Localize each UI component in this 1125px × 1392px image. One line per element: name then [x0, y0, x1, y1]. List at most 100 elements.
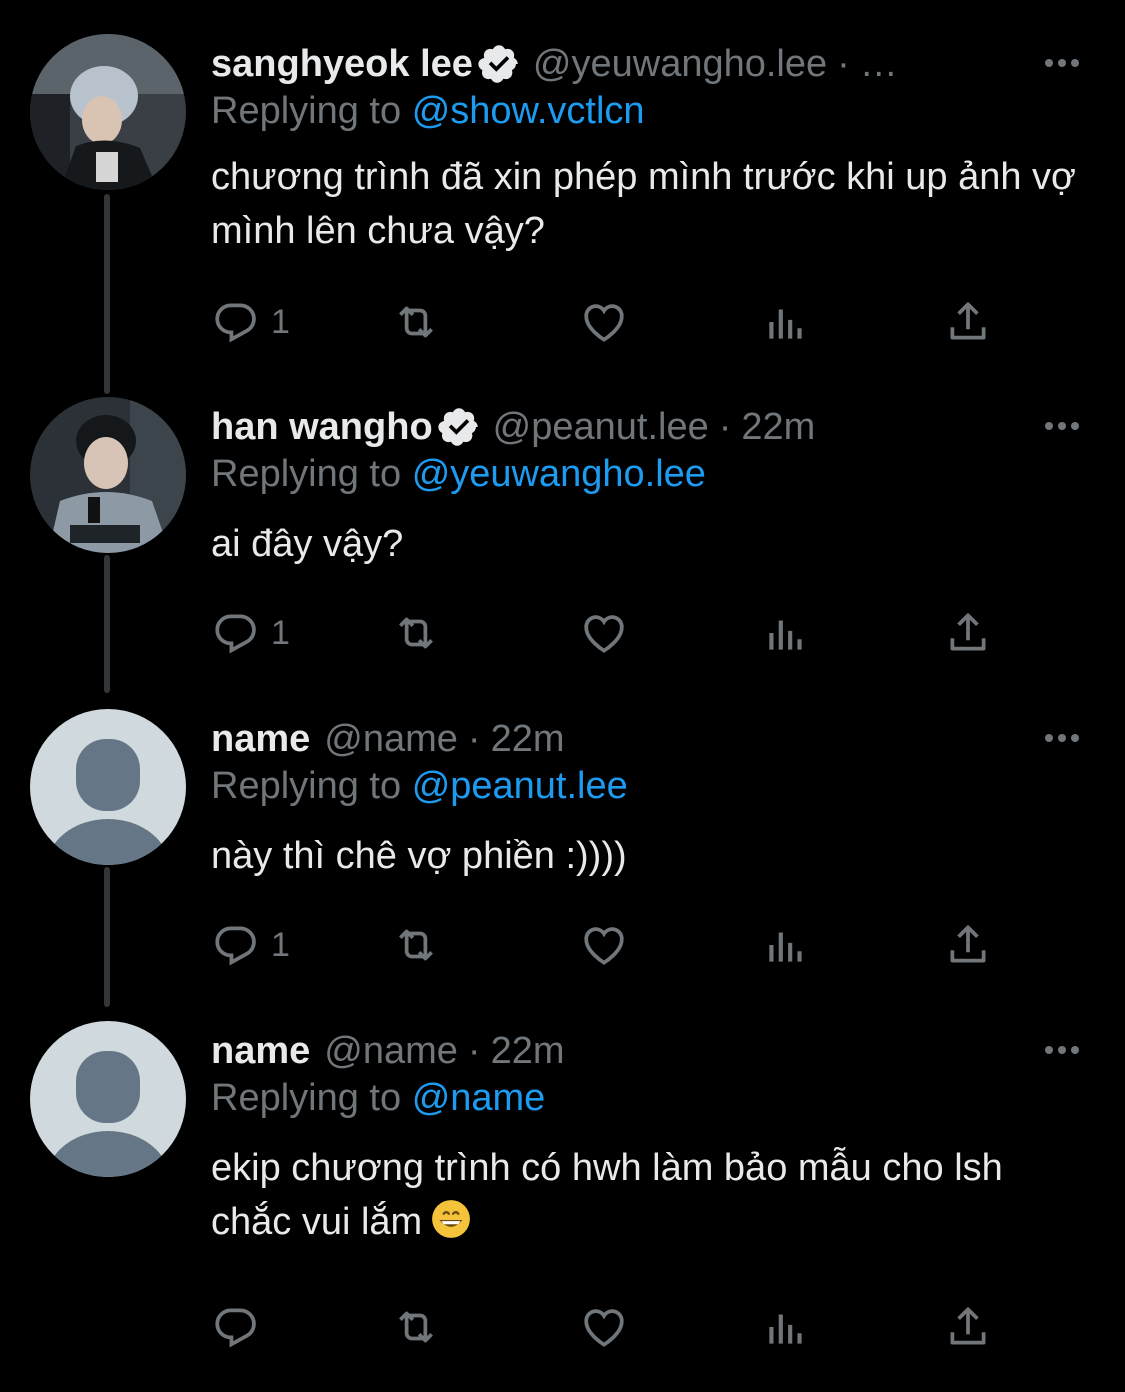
- retweet-icon: [399, 617, 433, 649]
- more-icon[interactable]: [1043, 48, 1081, 78]
- views-icon: [769, 1314, 802, 1344]
- more-icon[interactable]: [1043, 723, 1081, 753]
- handle[interactable]: @name: [324, 718, 458, 761]
- reply-icon: [215, 303, 256, 343]
- replying-to-label: Replying to: [211, 1077, 402, 1119]
- views-button[interactable]: [761, 1299, 811, 1355]
- tweet-header: sanghyeok lee @yeuwangho.lee · …: [211, 38, 898, 90]
- tweet[interactable]: name @name · 22m Replying to @peanut.lee…: [0, 687, 1125, 1007]
- display-name[interactable]: sanghyeok lee: [211, 43, 473, 86]
- verified-badge-icon: [478, 45, 518, 83]
- separator-dot: ·: [718, 405, 732, 448]
- views-button[interactable]: [761, 605, 811, 661]
- replying-to-line: Replying to @show.vctlcn: [211, 90, 645, 133]
- like-icon: [584, 927, 624, 965]
- share-button[interactable]: [943, 605, 993, 661]
- handle[interactable]: @peanut.lee: [493, 406, 709, 449]
- views-icon: [769, 932, 802, 962]
- reply-count: 1: [271, 925, 290, 964]
- reply-button[interactable]: 1: [211, 917, 290, 973]
- avatar[interactable]: [30, 34, 186, 190]
- tweet-text-content: ekip chương trình có hwh làm bảo mẫu cho…: [211, 1147, 1003, 1243]
- display-name[interactable]: name: [211, 718, 310, 761]
- timestamp[interactable]: 22m: [741, 406, 815, 449]
- reply-button[interactable]: 1: [211, 294, 290, 350]
- share-button[interactable]: [943, 1299, 993, 1355]
- replying-to-mention[interactable]: @peanut.lee: [412, 765, 628, 807]
- action-bar: 1: [211, 294, 1011, 350]
- replying-to-mention[interactable]: @show.vctlcn: [412, 90, 645, 132]
- tweet-header: han wangho @peanut.lee · 22m: [211, 401, 815, 453]
- avatar[interactable]: [30, 397, 186, 553]
- share-button[interactable]: [943, 294, 993, 350]
- views-button[interactable]: [761, 917, 811, 973]
- tweet-text: ekip chương trình có hwh làm bảo mẫu cho…: [211, 1141, 1091, 1249]
- reply-button[interactable]: 1: [211, 605, 290, 661]
- handle[interactable]: @yeuwangho.lee: [533, 43, 827, 86]
- retweet-button[interactable]: [391, 294, 441, 350]
- reply-count: 1: [271, 613, 290, 652]
- tweet-text: này thì chê vợ phiền :)))): [211, 835, 627, 877]
- action-bar: 1: [211, 917, 1011, 973]
- more-icon[interactable]: [1043, 1035, 1081, 1065]
- like-icon: [584, 1309, 624, 1347]
- separator-dot: ·: [467, 717, 481, 760]
- display-name[interactable]: han wangho: [211, 406, 433, 449]
- tweet-header: name @name · 22m: [211, 713, 565, 765]
- like-button[interactable]: [579, 1299, 629, 1355]
- replying-to-mention[interactable]: @yeuwangho.lee: [412, 453, 706, 495]
- replying-to-label: Replying to: [211, 90, 402, 132]
- retweet-icon: [399, 929, 433, 961]
- views-button[interactable]: [761, 294, 811, 350]
- tweet-text: chương trình đã xin phép mình trước khi …: [211, 156, 1076, 252]
- thread-connector: [104, 555, 110, 693]
- retweet-icon: [399, 1311, 433, 1343]
- timestamp[interactable]: …: [860, 43, 898, 86]
- reply-thread: sanghyeok lee @yeuwangho.lee · … Replyin…: [0, 0, 1125, 1392]
- replying-to-line: Replying to @peanut.lee: [211, 765, 628, 808]
- tweet[interactable]: sanghyeok lee @yeuwangho.lee · … Replyin…: [0, 0, 1125, 394]
- grinning-emoji: [432, 1200, 471, 1238]
- replying-to-line: Replying to @name: [211, 1077, 545, 1120]
- like-icon: [584, 304, 624, 342]
- default-avatar[interactable]: [30, 1021, 186, 1177]
- thread-connector: [104, 194, 110, 394]
- replying-to-label: Replying to: [211, 765, 402, 807]
- share-icon: [950, 925, 986, 963]
- handle[interactable]: @name: [324, 1030, 458, 1073]
- views-icon: [769, 620, 802, 650]
- retweet-icon: [399, 306, 433, 338]
- share-icon: [950, 613, 986, 651]
- reply-button[interactable]: [211, 1299, 271, 1355]
- display-name[interactable]: name: [211, 1030, 310, 1073]
- timestamp[interactable]: 22m: [491, 1030, 565, 1073]
- more-icon[interactable]: [1043, 411, 1081, 441]
- separator-dot: ·: [837, 42, 850, 85]
- reply-icon: [215, 614, 256, 654]
- timestamp[interactable]: 22m: [491, 718, 565, 761]
- reply-count: 1: [271, 302, 290, 341]
- retweet-button[interactable]: [391, 605, 441, 661]
- thread-connector: [104, 867, 110, 1007]
- share-button[interactable]: [943, 917, 993, 973]
- views-icon: [769, 309, 802, 339]
- reply-icon: [215, 926, 256, 966]
- action-bar: 1: [211, 605, 1011, 661]
- retweet-button[interactable]: [391, 1299, 441, 1355]
- share-icon: [950, 302, 986, 340]
- replying-to-line: Replying to @yeuwangho.lee: [211, 453, 706, 496]
- replying-to-label: Replying to: [211, 453, 402, 495]
- replying-to-mention[interactable]: @name: [412, 1077, 546, 1119]
- default-avatar[interactable]: [30, 709, 186, 865]
- like-button[interactable]: [579, 917, 629, 973]
- retweet-button[interactable]: [391, 917, 441, 973]
- like-button[interactable]: [579, 294, 629, 350]
- tweet-header: name @name · 22m: [211, 1025, 565, 1077]
- tweet[interactable]: name @name · 22m Replying to @name ekip …: [0, 999, 1125, 1392]
- tweet[interactable]: han wangho @peanut.lee · 22m Replying to…: [0, 375, 1125, 693]
- separator-dot: ·: [467, 1029, 481, 1072]
- tweet-text: ai đây vậy?: [211, 523, 404, 565]
- like-button[interactable]: [579, 605, 629, 661]
- like-icon: [584, 615, 624, 653]
- share-icon: [950, 1307, 986, 1345]
